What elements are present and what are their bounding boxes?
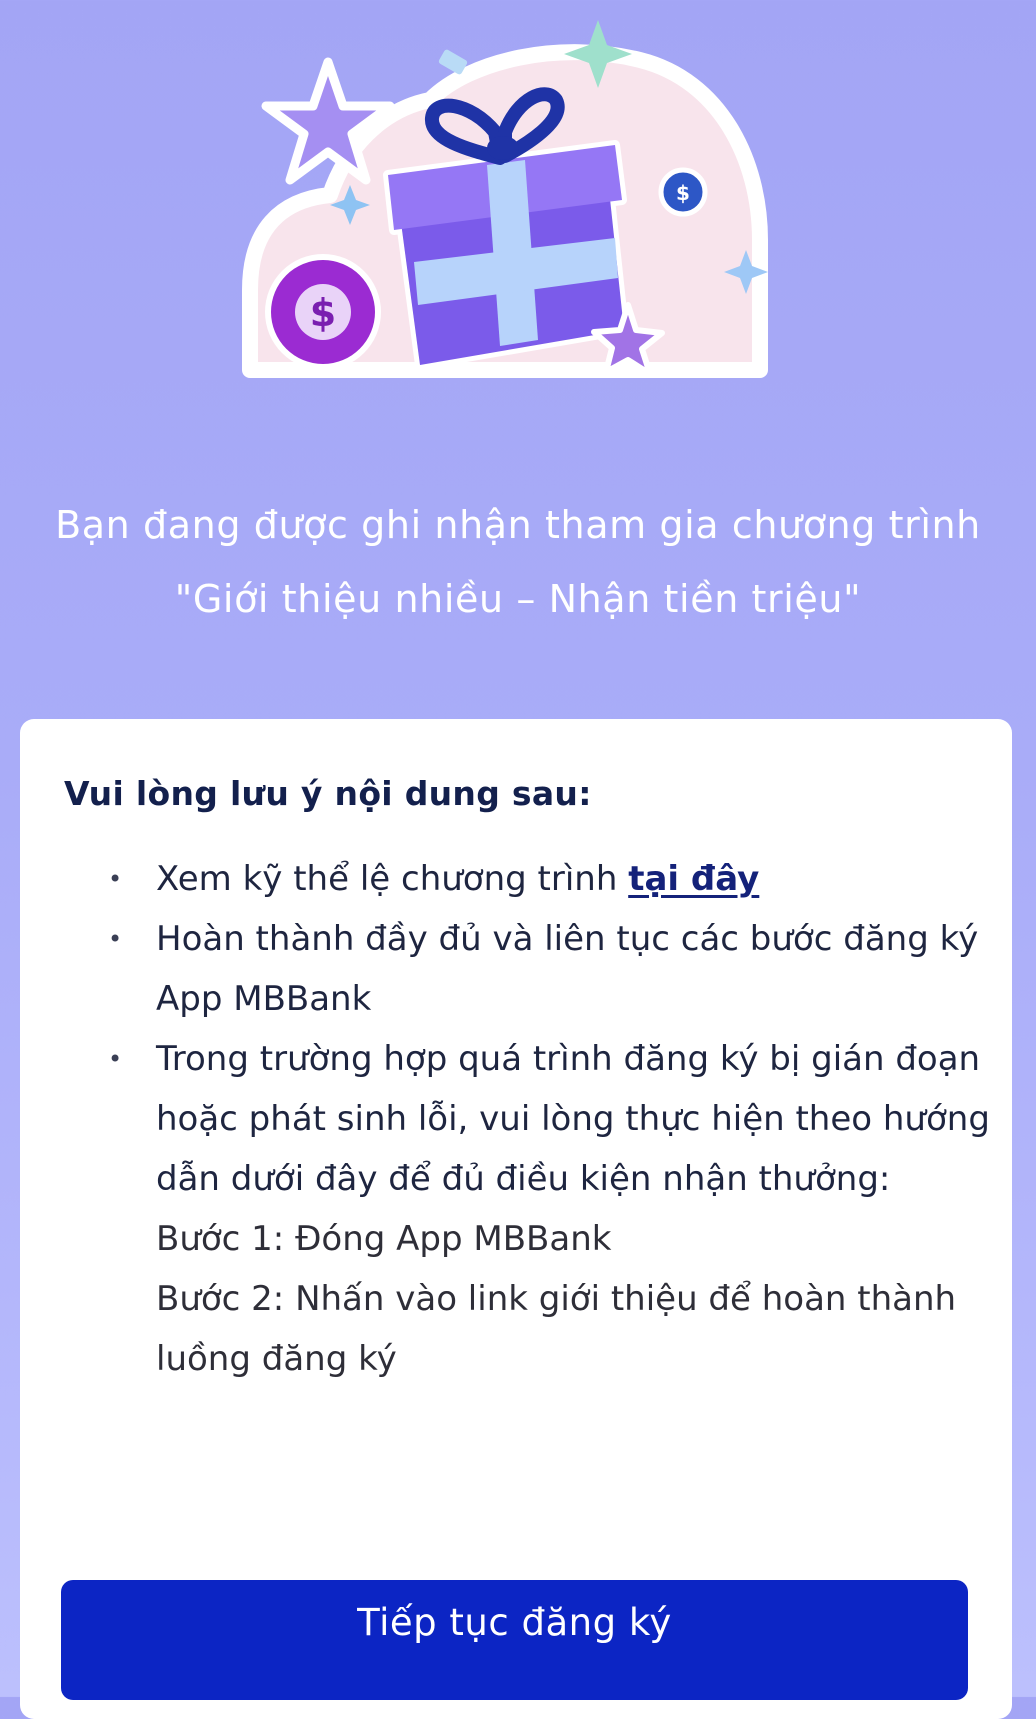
notice-list: • Xem kỹ thể lệ chương trình tại đây • H… [64,849,1009,1389]
notice-card: Vui lòng lưu ý nội dung sau: • Xem kỹ th… [20,719,1012,1719]
svg-text:$: $ [676,181,690,205]
notice-title: Vui lòng lưu ý nội dung sau: [64,774,592,813]
hero-illustration: $ $ [0,0,1036,420]
rules-link[interactable]: tại đây [628,859,759,899]
continue-registration-button[interactable]: Tiếp tục đăng ký [61,1580,968,1700]
bullet-icon: • [108,1045,123,1073]
list-item-text: Trong trường hợp quá trình đăng ký bị gi… [156,1039,990,1199]
coin-large-icon: $ [265,254,381,370]
list-item-text: Xem kỹ thể lệ chương trình [156,859,629,899]
list-item: • Hoàn thành đầy đủ và liên tục các bước… [64,909,1009,1029]
enrollment-headline: Bạn đang được ghi nhận tham gia chương t… [55,503,981,621]
bullet-icon: • [108,925,123,953]
step-2-text: Bước 2: Nhấn vào link giới thiệu để hoàn… [156,1279,957,1379]
bullet-icon: • [108,865,123,893]
list-item: • Trong trường hợp quá trình đăng ký bị … [64,1029,1009,1389]
step-1-text: Bước 1: Đóng App MBBank [156,1219,612,1259]
svg-text:$: $ [310,291,336,335]
list-item-text: Hoàn thành đầy đủ và liên tục các bước đ… [156,919,979,1019]
list-item: • Xem kỹ thể lệ chương trình tại đây [64,849,1009,909]
gift-illustration-icon: $ $ [242,20,768,378]
